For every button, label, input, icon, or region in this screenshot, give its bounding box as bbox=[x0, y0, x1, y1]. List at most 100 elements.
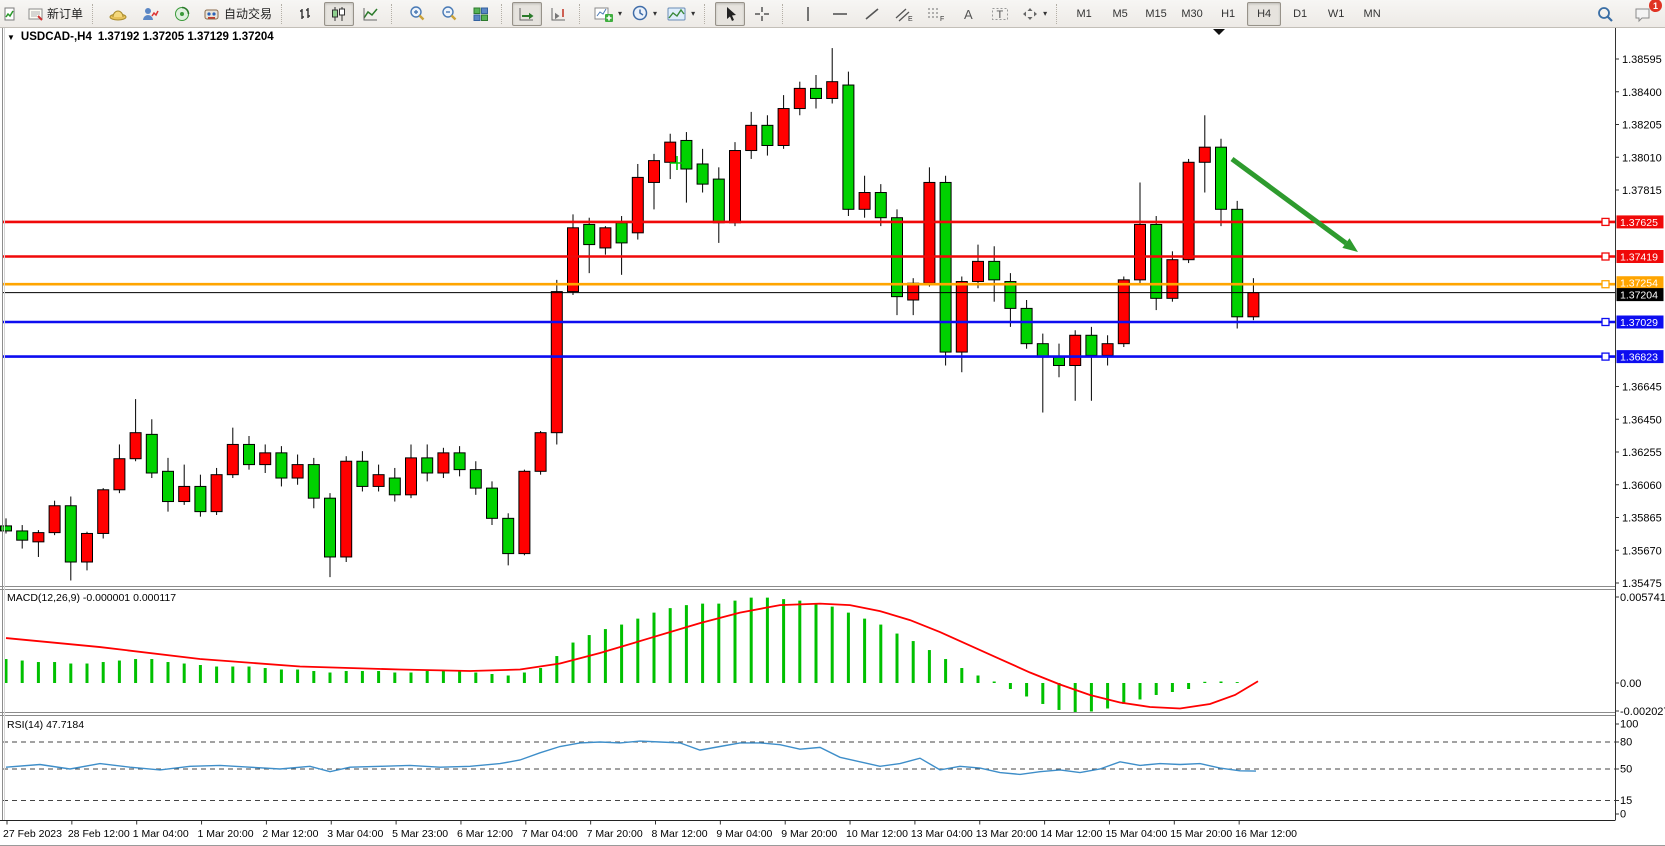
time-axis-label: 2 Mar 12:00 bbox=[262, 828, 318, 840]
timeframe-button-MN[interactable]: MN bbox=[1355, 2, 1389, 26]
candle bbox=[1037, 344, 1048, 357]
candle bbox=[762, 125, 773, 145]
zoom-in-icon[interactable] bbox=[402, 2, 432, 26]
separator bbox=[782, 4, 789, 24]
separator bbox=[281, 4, 288, 24]
timeframe-button-M1[interactable]: M1 bbox=[1067, 2, 1101, 26]
time-axis-label: 9 Mar 20:00 bbox=[781, 828, 837, 840]
candle bbox=[49, 506, 60, 533]
candle bbox=[1199, 147, 1210, 162]
svg-text:A: A bbox=[964, 7, 973, 22]
candle bbox=[713, 179, 724, 223]
candle bbox=[843, 85, 854, 209]
notifications-icon[interactable]: 1 bbox=[1628, 2, 1658, 26]
auto-trading-button[interactable]: 自动交易 bbox=[199, 2, 276, 26]
zoom-out-icon[interactable] bbox=[434, 2, 464, 26]
candle bbox=[470, 470, 481, 488]
candle bbox=[730, 151, 741, 223]
macd-axis-label: 0.005741 bbox=[1620, 592, 1665, 604]
candle bbox=[260, 453, 271, 465]
trendline-tool-icon[interactable] bbox=[857, 2, 887, 26]
candle bbox=[535, 433, 546, 472]
candle bbox=[454, 453, 465, 470]
time-axis-label: 14 Mar 12:00 bbox=[1041, 828, 1103, 840]
chart-shift-icon[interactable] bbox=[544, 2, 574, 26]
candlestick-mode-icon[interactable] bbox=[324, 2, 354, 26]
macd-indicator-label: MACD(12,26,9) -0.000001 0.000117 bbox=[7, 592, 176, 604]
symbol-title-row[interactable]: ▼ USDCAD-,H4 1.37192 1.37205 1.37129 1.3… bbox=[7, 31, 274, 43]
signals-icon[interactable] bbox=[167, 2, 197, 26]
cursor-tool-icon[interactable] bbox=[715, 2, 745, 26]
candle bbox=[1005, 282, 1016, 309]
timeframe-button-M30[interactable]: M30 bbox=[1175, 2, 1209, 26]
candle bbox=[130, 433, 141, 459]
indicators-icon[interactable]: ▾ bbox=[590, 2, 626, 26]
terminal-window: 新订单 自动交易 bbox=[0, 0, 1665, 846]
chart-shift-marker bbox=[1213, 29, 1225, 35]
chevron-down-icon: ▾ bbox=[653, 9, 657, 18]
candle bbox=[341, 461, 352, 557]
fibonacci-tool-icon[interactable]: F bbox=[921, 2, 951, 26]
line-anchor bbox=[1602, 281, 1609, 288]
crosshair-tool-icon[interactable] bbox=[747, 2, 777, 26]
new-order-label: 新订单 bbox=[47, 5, 83, 22]
price-tag-label: 1.36823 bbox=[1620, 352, 1658, 364]
candle bbox=[989, 261, 1000, 279]
profile-icon[interactable] bbox=[135, 2, 165, 26]
symbol-ohlc-values: 1.37192 1.37205 1.37129 1.37204 bbox=[98, 31, 274, 43]
auto-scroll-icon[interactable] bbox=[512, 2, 542, 26]
line-chart-mode-icon[interactable] bbox=[356, 2, 386, 26]
templates-icon[interactable]: ▾ bbox=[663, 2, 699, 26]
time-axis-label: 8 Mar 12:00 bbox=[652, 828, 708, 840]
search-icon[interactable] bbox=[1590, 2, 1620, 26]
hat-strategy-icon[interactable] bbox=[103, 2, 133, 26]
candle bbox=[227, 444, 238, 474]
chart-canvas[interactable]: 1.385951.384001.382051.380101.378151.366… bbox=[0, 0, 1665, 845]
timeframes-menu-icon[interactable]: ▾ bbox=[628, 2, 661, 26]
candle bbox=[859, 193, 870, 210]
new-order-button[interactable]: 新订单 bbox=[24, 2, 87, 26]
bar-chart-mode-icon[interactable] bbox=[292, 2, 322, 26]
time-axis-label: 10 Mar 12:00 bbox=[846, 828, 908, 840]
separator bbox=[579, 4, 586, 24]
candle bbox=[600, 228, 611, 248]
timeframe-button-W1[interactable]: W1 bbox=[1319, 2, 1353, 26]
separator bbox=[92, 4, 99, 24]
candle bbox=[875, 193, 886, 218]
horizontal-line-tool-icon[interactable] bbox=[825, 2, 855, 26]
timeframe-button-M15[interactable]: M15 bbox=[1139, 2, 1173, 26]
timeframe-button-M5[interactable]: M5 bbox=[1103, 2, 1137, 26]
candle bbox=[503, 518, 514, 553]
candle bbox=[179, 486, 190, 501]
time-axis-label: 27 Feb 2023 bbox=[3, 828, 62, 840]
text-tool-icon[interactable]: A bbox=[953, 2, 983, 26]
candle bbox=[114, 459, 125, 490]
candle bbox=[357, 461, 368, 486]
vertical-line-tool-icon[interactable] bbox=[793, 2, 823, 26]
candle bbox=[292, 465, 303, 478]
price-axis-label: 1.37815 bbox=[1622, 185, 1662, 197]
timeframe-button-D1[interactable]: D1 bbox=[1283, 2, 1317, 26]
line-anchor bbox=[1602, 353, 1609, 360]
line-anchor bbox=[1602, 218, 1609, 225]
candle bbox=[811, 88, 822, 98]
candle bbox=[33, 533, 44, 542]
candle bbox=[697, 164, 708, 184]
text-label-tool-icon[interactable]: T bbox=[985, 2, 1015, 26]
candle bbox=[211, 475, 222, 512]
svg-text:E: E bbox=[908, 16, 913, 22]
candle bbox=[908, 283, 919, 300]
new-chart-icon[interactable] bbox=[0, 2, 22, 26]
candle bbox=[98, 490, 109, 534]
candle bbox=[389, 478, 400, 495]
time-axis-label: 5 Mar 23:00 bbox=[392, 828, 448, 840]
timeframe-button-H1[interactable]: H1 bbox=[1211, 2, 1245, 26]
candle bbox=[1021, 308, 1032, 343]
candle bbox=[163, 471, 174, 501]
tile-windows-icon[interactable] bbox=[466, 2, 496, 26]
timeframe-button-H4[interactable]: H4 bbox=[1247, 2, 1281, 26]
arrows-tool-icon[interactable]: ▾ bbox=[1017, 2, 1051, 26]
symbol-dropdown-icon[interactable]: ▼ bbox=[7, 33, 15, 42]
macd-signal-line bbox=[6, 604, 1258, 709]
equidistant-channel-tool-icon[interactable]: E bbox=[889, 2, 919, 26]
